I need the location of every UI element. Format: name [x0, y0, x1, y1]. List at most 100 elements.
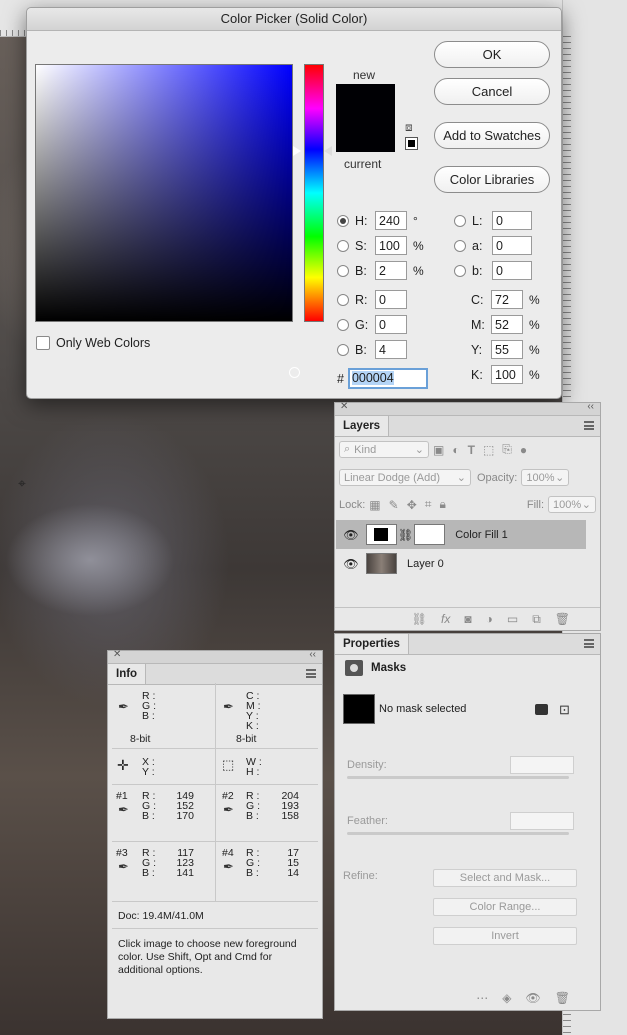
- new-layer-icon[interactable]: ⧉: [532, 612, 541, 627]
- eyedropper-icon[interactable]: ✒: [223, 859, 234, 875]
- feather-slider[interactable]: [347, 832, 569, 835]
- green-field[interactable]: 0: [375, 315, 407, 334]
- blend-mode-select[interactable]: Linear Dodge (Add) ⌄: [339, 469, 471, 486]
- sampler-4-labels: R : G : B :: [246, 847, 261, 879]
- add-pixel-mask-icon[interactable]: [535, 704, 548, 715]
- eye-icon[interactable]: 👁︎: [336, 557, 366, 571]
- hue-slider-arrow-right-icon[interactable]: [324, 146, 332, 156]
- magenta-field[interactable]: 52: [491, 315, 523, 334]
- hue-field[interactable]: 240: [375, 211, 407, 230]
- fill-thumbnail[interactable]: [366, 524, 397, 545]
- gamut-cube-icon[interactable]: ⧈: [405, 121, 417, 133]
- yellow-field[interactable]: 55: [491, 340, 523, 359]
- eyedropper-icon[interactable]: ✒: [118, 699, 129, 715]
- density-field[interactable]: [510, 756, 574, 774]
- fill-field[interactable]: 100% ⌄: [548, 496, 596, 513]
- tab-layers[interactable]: Layers: [335, 416, 390, 436]
- delete-mask-icon[interactable]: 🗑︎: [555, 991, 570, 1005]
- eyedropper-icon[interactable]: ✒: [223, 699, 234, 715]
- select-and-mask-button[interactable]: Select and Mask...: [433, 869, 577, 887]
- layer-thumbnail[interactable]: [366, 553, 397, 574]
- lab-a-radio[interactable]: [454, 239, 466, 252]
- panel-menu-icon[interactable]: [584, 421, 594, 430]
- folder-icon[interactable]: ▭: [507, 612, 518, 626]
- panel-menu-icon[interactable]: [584, 639, 594, 648]
- saturation-field[interactable]: 100: [375, 236, 407, 255]
- load-selection-icon[interactable]: ⋯: [476, 991, 488, 1005]
- layer-row-color-fill[interactable]: 👁︎ ⛓︎ Color Fill 1: [336, 520, 586, 549]
- color-libraries-button[interactable]: Color Libraries: [434, 166, 550, 193]
- panel-menu-icon[interactable]: [306, 669, 316, 678]
- tab-info[interactable]: Info: [108, 664, 147, 684]
- close-icon[interactable]: ✕: [340, 401, 348, 412]
- color-marker[interactable]: [289, 367, 300, 378]
- color-range-button[interactable]: Color Range...: [433, 898, 577, 916]
- apply-mask-icon[interactable]: ◈: [502, 991, 511, 1005]
- lab-b-field[interactable]: 0: [492, 261, 532, 280]
- adjustment-filter-icon[interactable]: ◐: [452, 443, 459, 457]
- ok-button[interactable]: OK: [434, 41, 550, 68]
- eyedropper-icon[interactable]: ✒: [118, 802, 129, 818]
- layer-row-layer-0[interactable]: 👁︎ Layer 0: [336, 549, 586, 578]
- lab-b-radio[interactable]: [454, 264, 466, 277]
- collapse-icon[interactable]: ‹‹: [587, 401, 594, 412]
- link-layers-icon[interactable]: ⛓︎: [412, 612, 427, 626]
- hue-slider[interactable]: [304, 64, 324, 322]
- filter-kind-select[interactable]: ⌕ Kind ⌄: [339, 441, 429, 458]
- cyan-field[interactable]: 72: [491, 290, 523, 309]
- feather-field[interactable]: [510, 812, 574, 830]
- fx-icon[interactable]: fx: [441, 612, 450, 626]
- layer-mask-thumbnail[interactable]: [414, 524, 446, 545]
- green-radio[interactable]: [337, 318, 349, 331]
- lock-position-icon[interactable]: ✥: [407, 498, 417, 512]
- type-filter-icon[interactable]: T: [468, 443, 475, 457]
- blue-radio[interactable]: [337, 343, 349, 356]
- black-row: K: 100 %: [471, 365, 540, 384]
- web-safe-swatch-icon[interactable]: [405, 137, 418, 150]
- lab-l-radio[interactable]: [454, 214, 466, 227]
- filter-toggle-icon[interactable]: ●: [520, 443, 527, 457]
- close-icon[interactable]: ✕: [113, 649, 121, 660]
- red-field[interactable]: 0: [375, 290, 407, 309]
- add-to-swatches-button[interactable]: Add to Swatches: [434, 122, 550, 149]
- lab-b-row: b: 0: [454, 261, 532, 280]
- hue-slider-arrow-left-icon[interactable]: [293, 146, 301, 156]
- invert-button[interactable]: Invert: [433, 927, 577, 945]
- lock-transparent-icon[interactable]: ▦: [369, 498, 380, 512]
- lock-artboard-icon[interactable]: ⌗: [425, 497, 432, 512]
- eyedropper-icon[interactable]: ✒: [223, 802, 234, 818]
- saturation-brightness-field[interactable]: [35, 64, 300, 378]
- lab-l-field[interactable]: 0: [492, 211, 532, 230]
- eyedropper-icon[interactable]: ✒: [118, 859, 129, 875]
- opacity-field[interactable]: 100% ⌄: [521, 469, 570, 486]
- density-slider[interactable]: [347, 776, 569, 779]
- brightness-field[interactable]: 2: [375, 261, 407, 280]
- visibility-icon[interactable]: 👁︎: [526, 991, 541, 1005]
- lab-a-field[interactable]: 0: [492, 236, 532, 255]
- current-color-swatch[interactable]: [336, 119, 395, 152]
- tab-properties[interactable]: Properties: [335, 634, 409, 654]
- checkbox-box[interactable]: [36, 336, 50, 350]
- image-filter-icon[interactable]: ▣: [433, 443, 444, 457]
- link-icon[interactable]: ⛓︎: [398, 528, 413, 542]
- only-web-colors-checkbox[interactable]: Only Web Colors: [36, 336, 150, 350]
- lock-all-icon[interactable]: 🔒︎: [440, 497, 446, 512]
- lock-pixels-icon[interactable]: ✎: [389, 498, 399, 512]
- smart-object-filter-icon[interactable]: ⎘: [502, 442, 512, 457]
- red-radio[interactable]: [337, 293, 349, 306]
- brightness-radio[interactable]: [337, 264, 349, 277]
- shape-filter-icon[interactable]: ⬚: [483, 443, 494, 457]
- info-divider: [112, 901, 318, 902]
- hex-field[interactable]: 000004: [347, 368, 428, 389]
- eye-icon[interactable]: 👁︎: [336, 528, 366, 542]
- cancel-button[interactable]: Cancel: [434, 78, 550, 105]
- add-mask-icon[interactable]: ◙: [464, 612, 471, 626]
- black-field[interactable]: 100: [491, 365, 523, 384]
- hue-radio[interactable]: [337, 214, 349, 227]
- add-vector-mask-icon[interactable]: ⊡: [559, 702, 570, 718]
- adjustment-layer-icon[interactable]: ◑: [486, 612, 493, 626]
- collapse-icon[interactable]: ‹‹: [309, 649, 316, 660]
- trash-icon[interactable]: 🗑︎: [555, 612, 570, 626]
- saturation-radio[interactable]: [337, 239, 349, 252]
- blue-field[interactable]: 4: [375, 340, 407, 359]
